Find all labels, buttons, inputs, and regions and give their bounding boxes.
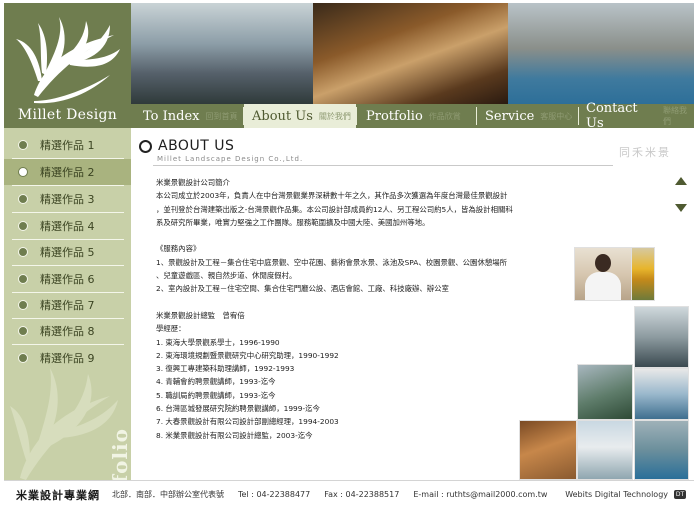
sidebar-item-portfolio-9[interactable]: 精選作品 9	[4, 345, 131, 371]
footer-email[interactable]: E-mail : ruthts@mail2000.com.tw	[413, 490, 547, 499]
sidebar-item-portfolio-6[interactable]: 精選作品 6	[4, 266, 131, 292]
project-photo	[634, 420, 689, 480]
sidebar-item-label: 精選作品 5	[40, 246, 95, 259]
body-line: 3. 復興工專建築科助理講師，1992-1993	[156, 364, 295, 374]
nav-sublabel: 回到首頁	[205, 111, 238, 121]
sidebar-item-label: 精選作品 7	[40, 299, 95, 312]
body-line: 系及研究所畢業，唯實力堅強之工作團隊。服務範圍擴及中國大陸、美國加州等地。	[156, 217, 430, 227]
sidebar-item-label: 精選作品 2	[40, 166, 95, 179]
about-body: 米業景觀設計公司簡介 本公司成立於2003年，負責人在中台灣景觀業界深耕數十年之…	[156, 176, 551, 442]
footer-offices: 北部．南部．中部辦公室代表號	[112, 490, 224, 499]
project-photo	[634, 306, 689, 368]
footer-credit[interactable]: Webits Digital Technology	[565, 490, 668, 499]
page-title: ABOUT US	[158, 138, 235, 154]
scroll-up-arrow-icon[interactable]	[675, 177, 687, 185]
nav-label: About Us	[252, 108, 313, 124]
nav-divider	[356, 107, 357, 125]
sidebar-item-label: 精選作品 3	[40, 193, 95, 206]
body-line: 學經歷：	[156, 324, 186, 334]
nav-to-index[interactable]: To Index 回到首頁	[143, 104, 237, 128]
body-line: 2、室內設計及工程－住宅空間、集合住宅門廳公設、酒店會館、工廠、科技廠辦、辦公室	[156, 284, 449, 294]
sidebar-item-portfolio-4[interactable]: 精選作品 4	[4, 213, 131, 239]
footer-brand: 米業設計專業網	[16, 488, 100, 502]
project-photo	[519, 420, 577, 480]
logo[interactable]: Millet Design	[4, 3, 131, 128]
sidebar-item-portfolio-2[interactable]: 精選作品 2	[4, 159, 131, 185]
circle-icon	[139, 139, 152, 153]
nav-service[interactable]: Service 客服中心	[485, 104, 572, 128]
body-line: 7. 大春景觀設計有限公司設計部副總經理，1994-2003	[156, 417, 339, 427]
scroll-down-arrow-icon[interactable]	[675, 204, 687, 212]
sidebar-item-portfolio-3[interactable]: 精選作品 3	[4, 186, 131, 212]
sidebar: 精選作品 1 精選作品 2 精選作品 3 精選作品 4 精選作品 5 精選作品 …	[4, 128, 131, 480]
bullet-icon	[18, 300, 28, 310]
body-line: 4. 青輔會約聘景觀講師，1993-迄今	[156, 377, 276, 387]
body-line: 本公司成立於2003年，負責人在中台灣景觀業界深耕數十年之久，其作品多次獲選為年…	[156, 191, 508, 201]
bullet-icon	[18, 221, 28, 231]
sidebar-item-label: 精選作品 8	[40, 325, 95, 338]
bullet-icon	[18, 194, 28, 204]
nav-sublabel: 聯絡我們	[663, 106, 688, 126]
sidebar-item-portfolio-1[interactable]: 精選作品 1	[4, 132, 131, 158]
main-nav: To Index 回到首頁 About Us 關於我們 Protfolio 作品…	[131, 101, 694, 131]
body-line: 2. 東海環境規劃暨景觀研究中心研究助理，1990-1992	[156, 350, 339, 360]
director-photo	[574, 247, 632, 301]
nav-divider	[578, 107, 579, 125]
footer-tel: Tel : 04-22388477	[238, 490, 311, 499]
project-photo	[634, 368, 689, 420]
header-photo-interior	[313, 3, 508, 104]
nav-sublabel: 關於我們	[318, 111, 351, 121]
sidebar-item-portfolio-8[interactable]: 精選作品 8	[4, 318, 131, 344]
main-content: ABOUT US Millet Landscape Design Co.,Ltd…	[131, 128, 694, 480]
header-photo-building	[131, 3, 313, 104]
heading-divider	[153, 165, 613, 166]
company-stamp: 同禾米景	[619, 146, 671, 159]
page-subtitle: Millet Landscape Design Co.,Ltd.	[157, 155, 304, 163]
nav-protfolio[interactable]: Protfolio 作品欣賞	[366, 104, 461, 128]
body-line: 1、景觀設計及工程－集合住宅中庭景觀、空中花園、藝術會景水景、泳池及SPA、校園…	[156, 257, 508, 267]
body-line: 8. 米業景觀設計有限公司設計總監，2003-迄今	[156, 430, 313, 440]
nav-label: Contact Us	[586, 101, 638, 131]
sidebar-item-portfolio-7[interactable]: 精選作品 7	[4, 292, 131, 318]
nav-about-us[interactable]: About Us 關於我們	[244, 104, 356, 128]
credit-badge-icon: DT	[674, 490, 686, 499]
body-line: ，並刊登於台灣建築出版之-台灣景觀作品集。本公司設計部成員約12人、另工程公司約…	[156, 204, 513, 214]
sidebar-item-label: 精選作品 6	[40, 273, 95, 286]
body-line: 、兒童遊戲區、親自然步道、休閒度假村。	[156, 271, 297, 281]
nav-contact-us[interactable]: Contact Us 聯絡我們	[586, 101, 694, 131]
nav-label: To Index	[143, 108, 200, 124]
logo-text: Millet Design	[17, 107, 118, 123]
nav-sublabel: 客服中心	[540, 111, 573, 121]
body-line: 米業景觀設計公司簡介	[156, 178, 230, 187]
bullet-icon	[18, 167, 28, 177]
leaf-logo-icon	[16, 17, 120, 104]
nav-label: Service	[485, 108, 535, 124]
project-photo	[577, 364, 633, 420]
nav-divider	[476, 107, 477, 125]
header-photo-pool	[508, 3, 694, 104]
footer-fax: Fax : 04-22388517	[324, 490, 400, 499]
sidebar-item-label: 精選作品 9	[40, 352, 95, 365]
bullet-icon	[18, 353, 28, 363]
sidebar-item-label: 精選作品 4	[40, 220, 95, 233]
bullet-icon	[18, 326, 28, 336]
bullet-icon	[18, 274, 28, 284]
body-line: 5. 職訓局約聘景觀講師，1993-迄今	[156, 390, 276, 400]
body-line: 《服務內容》	[156, 244, 201, 254]
nav-label: Protfolio	[366, 108, 423, 124]
bullet-icon	[18, 247, 28, 257]
sunflower-photo	[631, 247, 655, 301]
leaf-watermark-icon	[10, 368, 118, 480]
section-heading: ABOUT US	[139, 138, 234, 154]
project-photo	[577, 420, 633, 480]
footer: 米業設計專業網 北部．南部．中部辦公室代表號 Tel : 04-22388477…	[4, 480, 694, 508]
body-line: 米業景觀設計總監 曾宥倍	[156, 310, 245, 320]
bullet-icon	[18, 140, 28, 150]
portfolio-vertical-text: Protfolio	[108, 428, 131, 480]
body-line: 1. 東海大學景觀系學士，1996-1990	[156, 337, 280, 347]
sidebar-item-label: 精選作品 1	[40, 139, 95, 152]
nav-sublabel: 作品欣賞	[428, 111, 461, 121]
sidebar-item-portfolio-5[interactable]: 精選作品 5	[4, 239, 131, 265]
body-line: 6. 台灣區城發展研究院約聘景觀講師，1999-迄今	[156, 404, 320, 414]
